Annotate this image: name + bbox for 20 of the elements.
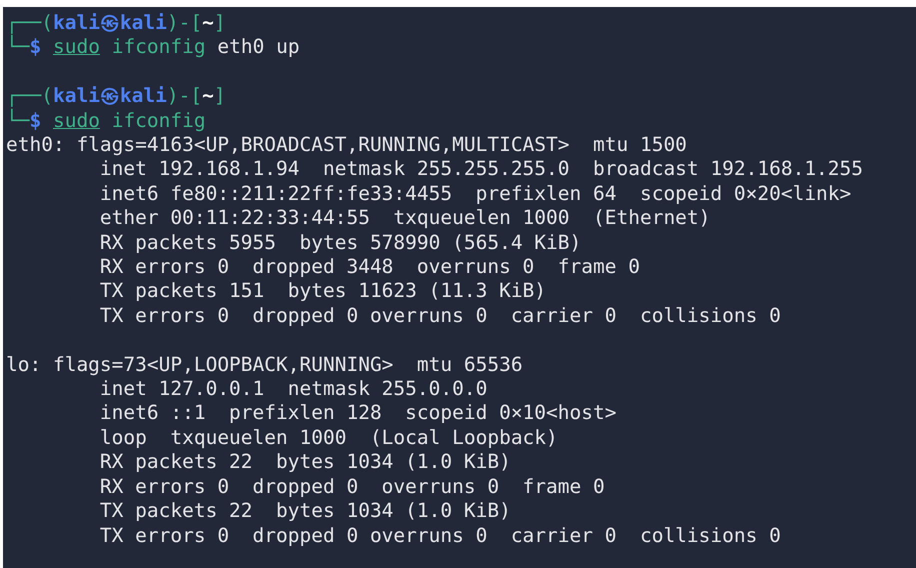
output-line: inet6 fe80::211:22ff:fe33:4455 prefixlen 64 scopeid 0×20<link> [98, 182, 852, 206]
output-line: eth0: flags=4163<UP,BROADCAST,RUNNING,MULTICAST> mtu 1500 [6, 133, 687, 158]
command-line: └─$ sudo ifconfig eth0 up [6, 35, 300, 60]
prompt-line: ┌──(kali㉿kali)-[~] [6, 84, 226, 108]
command-line: └─$ sudo ifconfig [6, 108, 206, 134]
output-line: ether 00:11:22:33:44:55 txqueuelen 1000 (Ethernet) [98, 206, 710, 231]
output-line: RX errors 0 dropped 0 overruns 0 frame 0 [98, 474, 605, 500]
output-line: inet 127.0.0.1 netmask 255.0.0.0 [98, 377, 488, 402]
output-line: RX errors 0 dropped 3448 overruns 0 frame 0 [98, 255, 640, 280]
output-line: RX packets 5955 bytes 578990 (565.4 KiB) [98, 230, 582, 256]
prompt-line: ┌──(kali㉿kali)-[~] [6, 11, 226, 34]
output-line: TX errors 0 dropped 0 overruns 0 carrier 0 collisions 0 [98, 304, 781, 328]
output-line: lo: flags=73<UP,LOOPBACK,RUNNING> mtu 65536 [6, 352, 523, 378]
output-line: RX packets 22 bytes 1034 (1.0 KiB) [98, 450, 511, 475]
output-line: inet6 ::1 prefixlen 128 scopeid 0×10<host> [98, 401, 616, 426]
output-line: TX errors 0 dropped 0 overruns 0 carrier 0 collisions 0 [98, 524, 781, 548]
output-line: loop txqueuelen 1000 (Local Loopback) [98, 426, 558, 450]
output-line: TX packets 22 bytes 1034 (1.0 KiB) [98, 499, 511, 524]
output-line: inet 192.168.1.94 netmask 255.255.255.0 broadcast 192.168.1.255 [98, 157, 864, 182]
output-line: TX packets 151 bytes 11623 (11.3 KiB) [98, 279, 546, 304]
